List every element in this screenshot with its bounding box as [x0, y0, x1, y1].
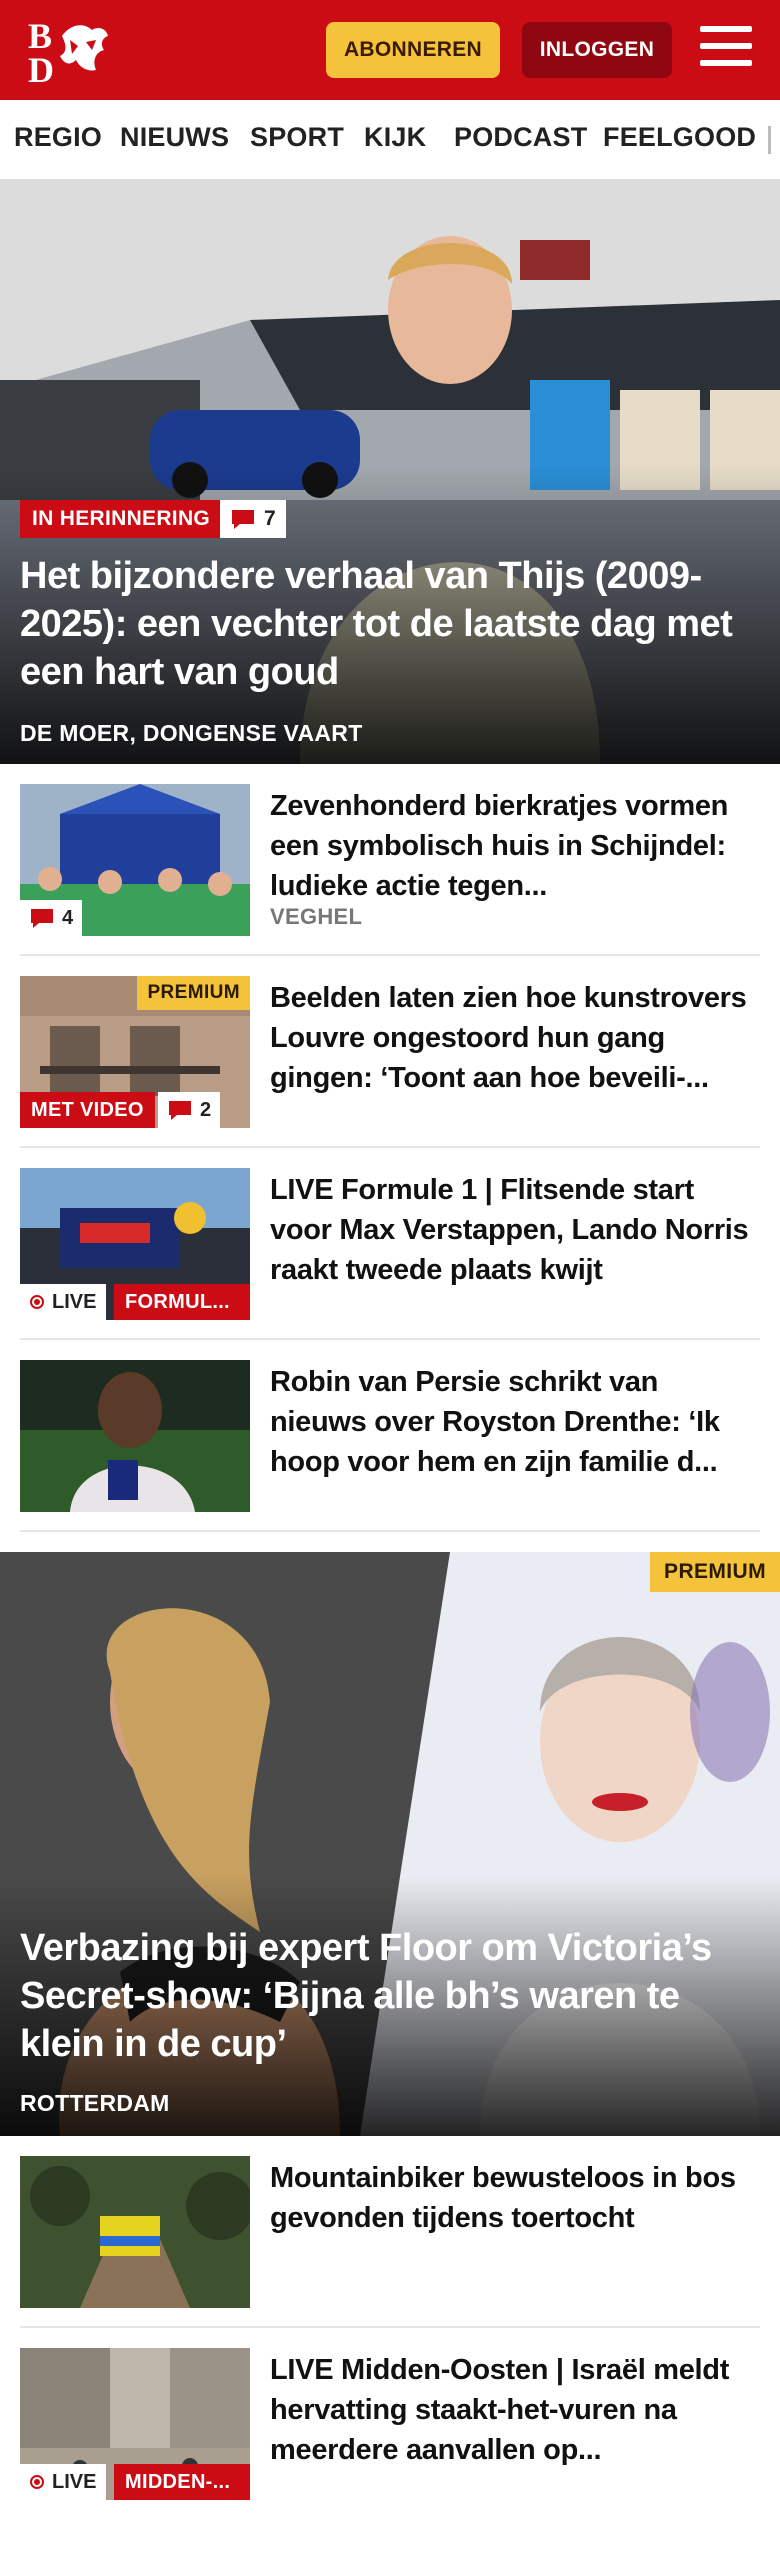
nav-item-podcast[interactable]: PODCAST: [454, 122, 587, 153]
site-header: B D ABONNEREN INLOGGEN: [0, 0, 780, 100]
list-item[interactable]: PREMIUM MET VIDEO 2 Beelden laten zien h…: [20, 956, 760, 1148]
live-badge: LIVE: [20, 2464, 107, 2500]
list-item[interactable]: Robin van Persie schrikt van nieuws over…: [20, 1340, 760, 1532]
live-dot-icon: [30, 2475, 44, 2489]
hero-title[interactable]: Het bijzondere verhaal van Thijs (2009-2…: [20, 552, 750, 696]
bd-logo-mark: B D: [28, 16, 108, 90]
article-thumbnail: LIVE MIDDEN-...: [20, 2348, 250, 2500]
nav-item-regio[interactable]: REGIO: [14, 122, 102, 153]
category-tag: MIDDEN-...: [114, 2464, 250, 2500]
hero-tag: IN HERINNERING: [20, 500, 223, 538]
nav-overflow-indicator: [768, 126, 771, 154]
comment-icon: [31, 909, 53, 928]
hamburger-icon[interactable]: [700, 26, 752, 72]
hero-location: DE MOER, DONGENSE VAART: [20, 720, 363, 746]
article-location: VEGHEL: [270, 904, 363, 929]
article-title[interactable]: LIVE Formule 1 | Flitsende start voor Ma…: [270, 1170, 760, 1290]
comment-count: 4: [62, 906, 74, 929]
live-label: LIVE: [52, 1290, 97, 1313]
article-thumbnail: 4: [20, 784, 250, 936]
comment-badge[interactable]: 2: [158, 1092, 221, 1128]
comment-badge[interactable]: 4: [20, 900, 83, 936]
list-item[interactable]: LIVE FORMUL... LIVE Formule 1 | Flitsend…: [20, 1148, 760, 1340]
article-title[interactable]: Mountainbiker bewusteloos in bos gevonde…: [270, 2158, 760, 2238]
article-thumbnail: LIVE FORMUL...: [20, 1168, 250, 1320]
nav-item-kijk[interactable]: KIJK: [364, 122, 426, 153]
comment-count: 2: [200, 1098, 212, 1121]
svg-text:D: D: [28, 50, 54, 86]
article-title[interactable]: Robin van Persie schrikt van nieuws over…: [270, 1362, 760, 1482]
article-thumbnail: [20, 1360, 250, 1512]
nav-item-nieuws[interactable]: NIEUWS: [120, 122, 229, 153]
list-item[interactable]: LIVE MIDDEN-... LIVE Midden-Oosten | Isr…: [20, 2328, 760, 2520]
feature-location: ROTTERDAM: [20, 2090, 170, 2116]
login-button[interactable]: INLOGGEN: [522, 22, 672, 78]
premium-badge: PREMIUM: [650, 1552, 780, 1592]
comment-icon: [232, 510, 254, 529]
live-badge: LIVE: [20, 1284, 107, 1320]
article-title[interactable]: LIVE Midden-Oosten | Israël meldt hervat…: [270, 2350, 760, 2470]
section-nav: REGIO NIEUWS SPORT KIJK PODCAST FEELGOOD: [0, 100, 780, 180]
premium-badge: PREMIUM: [137, 976, 250, 1010]
article-thumbnail: PREMIUM MET VIDEO 2: [20, 976, 250, 1128]
nav-item-sport[interactable]: SPORT: [250, 122, 344, 153]
bd-logo[interactable]: B D: [26, 16, 116, 90]
nav-item-feelgood[interactable]: FEELGOOD: [603, 122, 756, 153]
article-thumbnail: [20, 2156, 250, 2308]
video-tag: MET VIDEO: [20, 1092, 155, 1128]
feature-title[interactable]: Verbazing bij expert Floor om Victoria’s…: [20, 1924, 760, 2068]
article-title[interactable]: Zevenhonderd bierkratjes vormen een symb…: [270, 786, 760, 906]
category-tag: FORMUL...: [114, 1284, 250, 1320]
subscribe-button[interactable]: ABONNEREN: [326, 22, 500, 78]
live-label: LIVE: [52, 2470, 97, 2493]
hero-comment-badge[interactable]: 7: [220, 500, 286, 538]
hero-article[interactable]: IN HERINNERING 7 Het bijzondere verhaal …: [0, 180, 780, 764]
feature-article[interactable]: PREMIUM Verbazing bij expert Floor om Vi…: [0, 1552, 780, 2136]
hero-comment-count: 7: [264, 507, 276, 530]
list-item[interactable]: 4 Zevenhonderd bierkratjes vormen een sy…: [20, 764, 760, 956]
list-item[interactable]: Mountainbiker bewusteloos in bos gevonde…: [20, 2136, 760, 2328]
comment-icon: [169, 1101, 191, 1120]
article-title[interactable]: Beelden laten zien hoe kunstro­vers Louv…: [270, 978, 760, 1098]
live-dot-icon: [30, 1295, 44, 1309]
